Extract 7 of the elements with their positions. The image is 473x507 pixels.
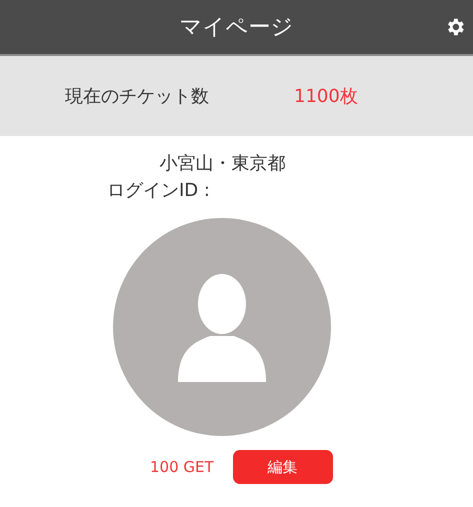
page-title: マイページ [180,14,294,42]
ticket-count-value: 1100枚 [294,84,358,108]
edit-button[interactable]: 編集 [232,450,333,484]
points-text: 100 GET [150,456,214,478]
ticket-count-label: 現在のチケット数 [65,84,209,108]
user-name: 小宮山・東京都 [160,152,286,176]
login-id-label: ログインID : [107,180,210,201]
